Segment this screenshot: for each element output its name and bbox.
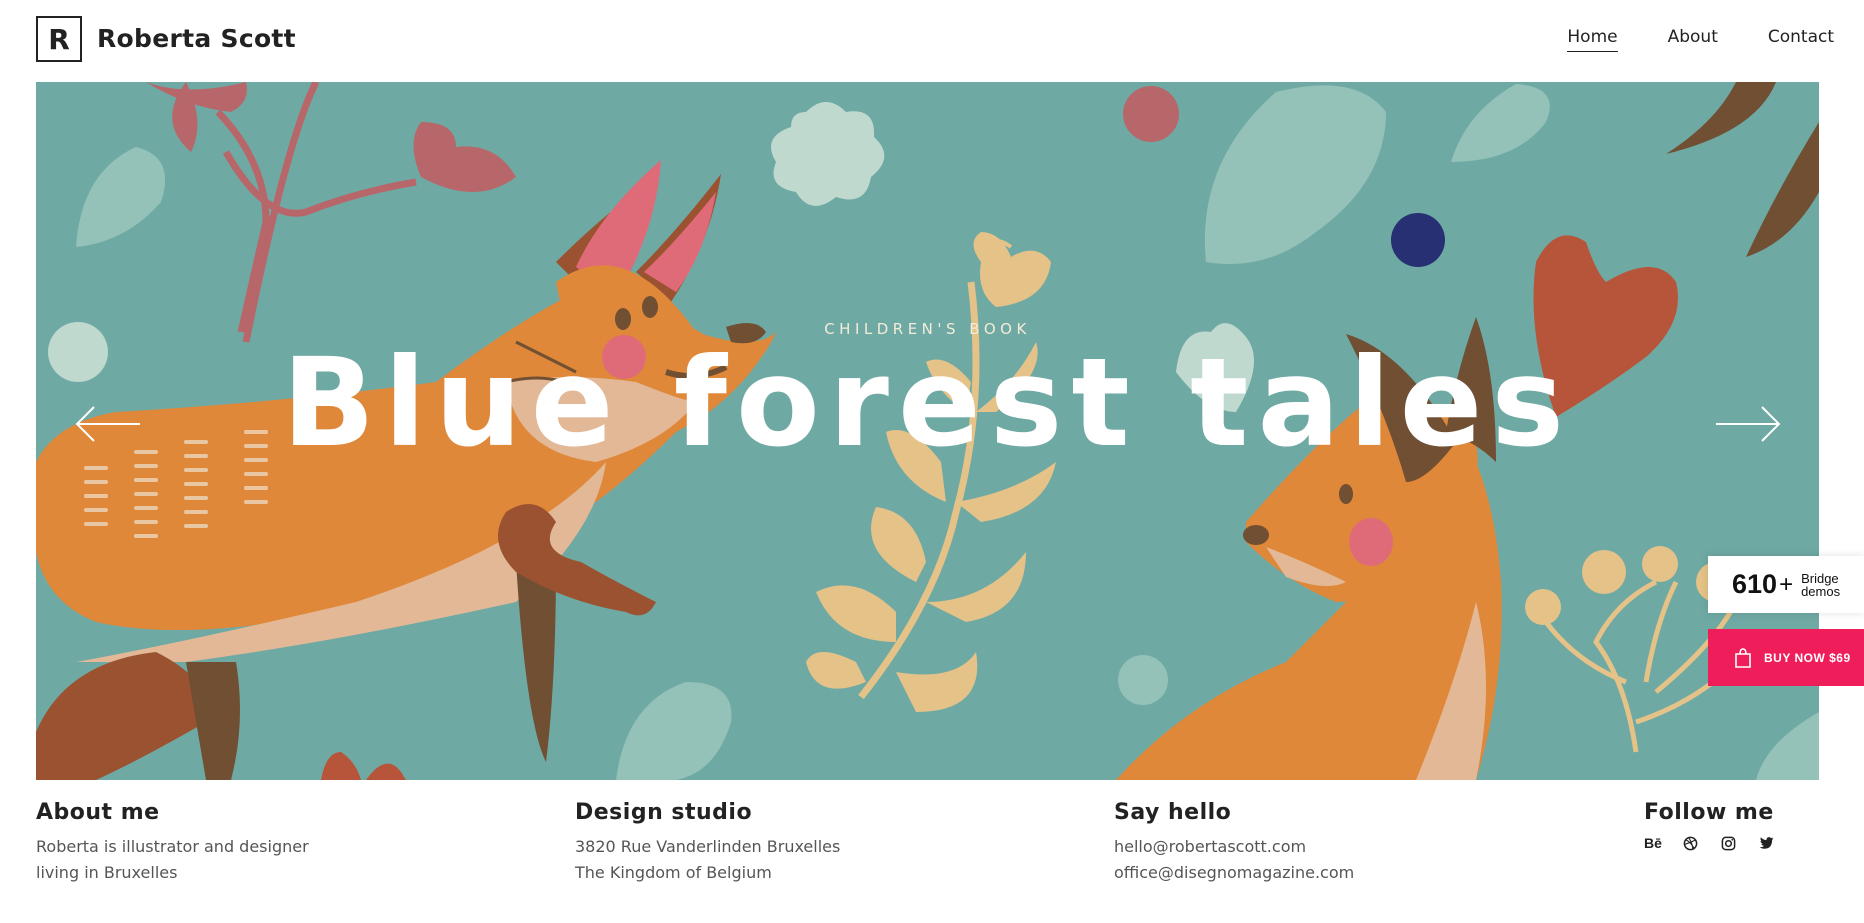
site-name[interactable]: Roberta Scott [97,24,296,53]
nav-about[interactable]: About [1668,27,1718,52]
hero-title: Blue forest tales [282,332,1573,474]
footer-studio: Design studio 3820 Rue Vanderlinden Brux… [575,800,840,886]
dribbble-icon[interactable] [1682,834,1700,852]
footer-studio-heading: Design studio [575,800,753,825]
instagram-icon[interactable] [1720,834,1738,852]
twitter-icon[interactable] [1758,834,1776,852]
hero-slider: CHILDREN'S BOOK Blue forest tales [36,82,1819,780]
demos-widget[interactable]: 610 + Bridge demos [1708,556,1864,613]
footer-studio-address-2: The Kingdom of Belgium [575,863,772,882]
demos-label: Bridge demos [1801,572,1840,598]
slider-next-arrow-icon[interactable] [1716,404,1782,444]
footer-widgets: About me Roberta is illustrator and desi… [36,800,1819,923]
social-links: Bē [1644,834,1776,852]
slider-prev-arrow-icon[interactable] [74,404,140,444]
footer-hello-heading: Say hello [1114,800,1232,825]
footer-follow: Follow me Bē [1644,800,1776,852]
footer-about-text-1: Roberta is illustrator and designer [36,837,309,856]
footer-studio-address-1: 3820 Rue Vanderlinden Bruxelles [575,837,841,856]
footer-follow-heading: Follow me [1644,800,1774,825]
footer-email-1[interactable]: hello@robertascott.com [1114,834,1354,860]
nav-home[interactable]: Home [1567,27,1618,52]
main-nav: Home About Contact [1567,27,1834,52]
footer-about-text-2: living in Bruxelles [36,863,178,882]
footer-about-heading: About me [36,800,160,825]
demos-plus: + [1779,570,1794,598]
footer-hello: Say hello hello@robertascott.com office@… [1114,800,1354,886]
footer-email-2[interactable]: office@disegnomagazine.com [1114,860,1354,886]
buy-now-label: BUY NOW $69 [1764,650,1851,665]
buy-now-button[interactable]: BUY NOW $69 [1708,629,1864,686]
demos-label-line2: demos [1801,583,1841,599]
logo-mark[interactable]: R [36,16,82,62]
shopping-bag-icon [1735,647,1751,668]
demos-count: 610 [1732,569,1778,599]
nav-contact[interactable]: Contact [1768,27,1834,52]
site-header: R Roberta Scott Home About Contact [0,0,1864,82]
behance-icon[interactable]: Bē [1644,834,1662,852]
footer-about: About me Roberta is illustrator and desi… [36,800,309,886]
